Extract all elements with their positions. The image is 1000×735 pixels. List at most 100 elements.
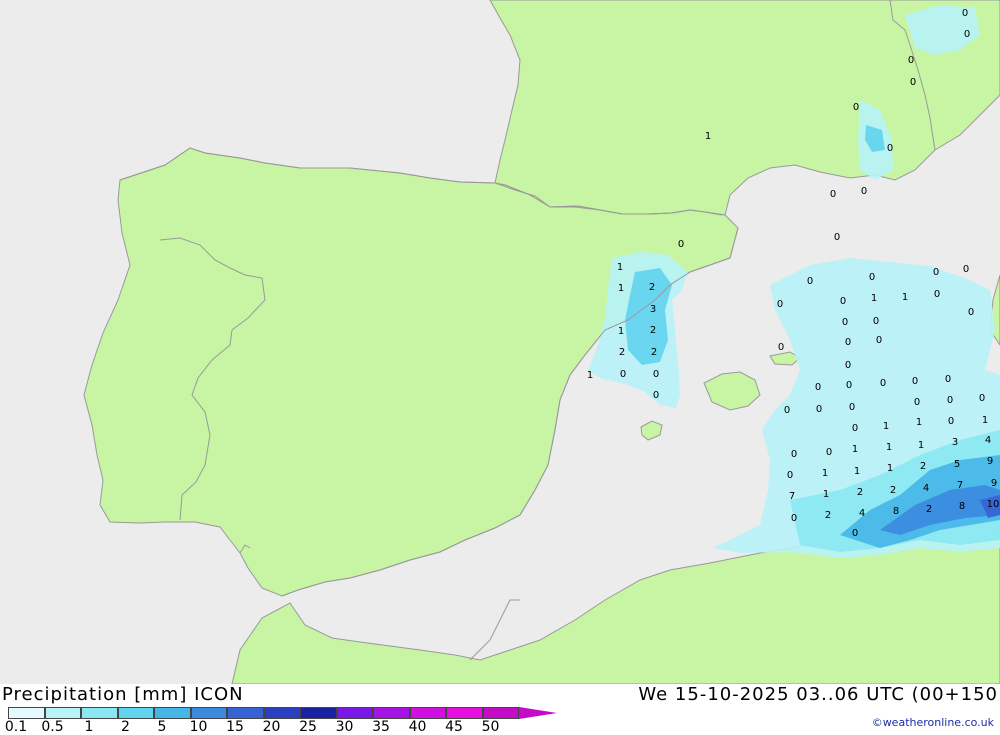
value-label: 1 bbox=[918, 440, 924, 451]
value-label: 0 bbox=[876, 335, 882, 346]
legend-swatch bbox=[190, 707, 227, 719]
value-label: 1 bbox=[618, 326, 624, 337]
credit-text[interactable]: ©weatheronline.co.uk bbox=[872, 716, 994, 729]
value-label: 8 bbox=[893, 506, 899, 517]
legend-swatch bbox=[227, 707, 264, 719]
value-label: 0 bbox=[853, 102, 859, 113]
value-label: 0 bbox=[947, 395, 953, 406]
value-label: 1 bbox=[617, 262, 623, 273]
value-label: 5 bbox=[954, 459, 960, 470]
value-label: 0 bbox=[846, 380, 852, 391]
value-label: 0 bbox=[845, 337, 851, 348]
value-label: 4 bbox=[859, 508, 865, 519]
value-label: 0 bbox=[945, 374, 951, 385]
value-label: 0 bbox=[826, 447, 832, 458]
legend-swatch bbox=[154, 707, 191, 719]
value-label: 0 bbox=[933, 267, 939, 278]
value-label: 7 bbox=[789, 491, 795, 502]
value-label: 0 bbox=[914, 397, 920, 408]
value-label: 0 bbox=[840, 296, 846, 307]
value-label: 0 bbox=[963, 264, 969, 275]
value-label: 1 bbox=[883, 421, 889, 432]
value-label: 0 bbox=[830, 189, 836, 200]
value-label: 1 bbox=[886, 442, 892, 453]
value-label: 2 bbox=[649, 282, 655, 293]
value-label: 2 bbox=[651, 347, 657, 358]
value-label: 0 bbox=[778, 342, 784, 353]
value-label: 0 bbox=[849, 402, 855, 413]
legend-swatch bbox=[44, 707, 81, 719]
value-label: 0 bbox=[880, 378, 886, 389]
value-label: 1 bbox=[618, 283, 624, 294]
legend-tick-label: 10 bbox=[189, 719, 208, 735]
legend-tick-label: 1 bbox=[84, 719, 94, 735]
legend-tick-label: 2 bbox=[121, 719, 130, 735]
value-label: 3 bbox=[650, 304, 656, 315]
value-label: 0 bbox=[678, 239, 684, 250]
value-label: 2 bbox=[650, 325, 656, 336]
legend-tick-label: 15 bbox=[226, 719, 244, 735]
value-label: 0 bbox=[845, 360, 851, 371]
forecast-datetime: We 15-10-2025 03..06 UTC (00+150 bbox=[638, 684, 998, 705]
value-label: 9 bbox=[987, 456, 993, 467]
legend-swatch bbox=[373, 707, 410, 719]
value-label: 0 bbox=[948, 416, 954, 427]
value-label: 2 bbox=[619, 347, 625, 358]
value-label: 10 bbox=[987, 499, 1000, 510]
value-label: 0 bbox=[807, 276, 813, 287]
value-label: 0 bbox=[787, 470, 793, 481]
value-label: 0 bbox=[962, 8, 968, 19]
precipitation-map: 0000010000121312221000000001100000000000… bbox=[0, 0, 1000, 685]
value-label: 1 bbox=[705, 131, 711, 142]
value-label: 0 bbox=[873, 316, 879, 327]
value-label: 4 bbox=[985, 435, 991, 446]
legend-tick-label: 35 bbox=[372, 719, 390, 735]
value-label: 1 bbox=[982, 415, 988, 426]
value-label: 0 bbox=[908, 55, 914, 66]
value-label: 0 bbox=[861, 186, 867, 197]
value-label: 0 bbox=[912, 376, 918, 387]
value-label: 0 bbox=[887, 143, 893, 154]
legend-swatch bbox=[81, 707, 118, 719]
value-label: 0 bbox=[869, 272, 875, 283]
legend-swatch bbox=[482, 707, 519, 719]
legend-swatch bbox=[263, 707, 300, 719]
value-label: 8 bbox=[959, 501, 965, 512]
legend-swatch bbox=[446, 707, 483, 719]
value-label: 0 bbox=[653, 390, 659, 401]
value-label: 2 bbox=[890, 485, 896, 496]
value-label: 1 bbox=[852, 444, 858, 455]
legend-tick-label: 30 bbox=[335, 719, 354, 735]
value-label: 1 bbox=[823, 489, 829, 500]
value-label: 0 bbox=[620, 369, 626, 380]
value-label: 9 bbox=[991, 478, 997, 489]
precipitation-legend bbox=[8, 707, 559, 719]
legend-swatch bbox=[300, 707, 337, 719]
value-label: 0 bbox=[910, 77, 916, 88]
value-label: 4 bbox=[923, 483, 929, 494]
legend-tick-label: 5 bbox=[157, 719, 167, 735]
value-label: 0 bbox=[834, 232, 840, 243]
value-label: 1 bbox=[822, 468, 828, 479]
value-label: 0 bbox=[852, 528, 858, 539]
value-label: 0 bbox=[842, 317, 848, 328]
value-label: 0 bbox=[816, 404, 822, 415]
legend-tick-label: 45 bbox=[445, 719, 463, 735]
value-label: 0 bbox=[934, 289, 940, 300]
value-label: 2 bbox=[857, 487, 863, 498]
legend-swatch bbox=[336, 707, 373, 719]
legend-tick-label: 50 bbox=[481, 719, 500, 735]
legend-tick-label: 25 bbox=[299, 719, 317, 735]
value-label: 0 bbox=[964, 29, 970, 40]
legend-swatch bbox=[117, 707, 154, 719]
value-label: 2 bbox=[920, 461, 926, 472]
value-label: 0 bbox=[791, 449, 797, 460]
legend-tick-label: 0.5 bbox=[41, 719, 64, 735]
value-label: 0 bbox=[791, 513, 797, 524]
value-label: 1 bbox=[902, 292, 908, 303]
value-label: 1 bbox=[916, 417, 922, 428]
value-label: 0 bbox=[979, 393, 985, 404]
legend-arrow-tip bbox=[519, 707, 557, 719]
value-label: 0 bbox=[777, 299, 783, 310]
value-label: 2 bbox=[926, 504, 932, 515]
